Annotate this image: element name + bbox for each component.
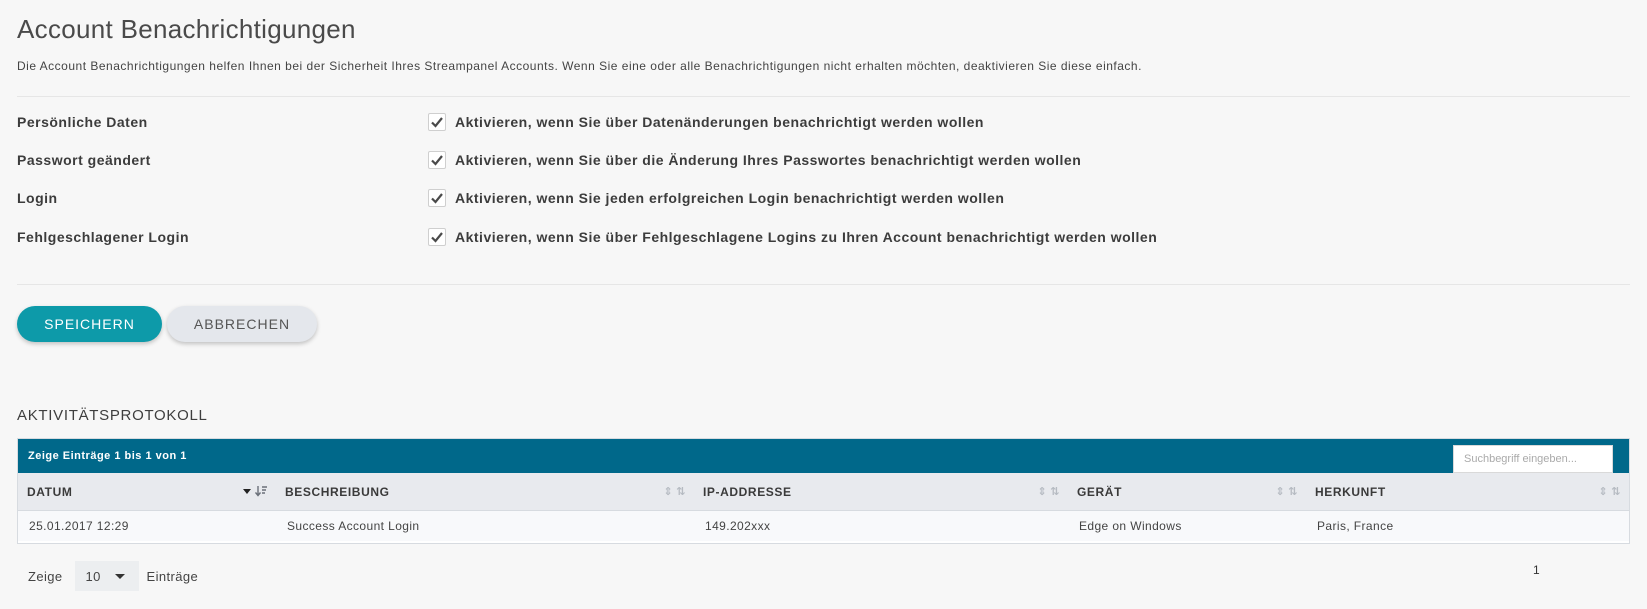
- table-row: 25.01.2017 12:29 Success Account Login 1…: [18, 511, 1629, 541]
- length-prefix: Zeige: [28, 568, 63, 584]
- password-changed-checkbox[interactable]: [428, 151, 446, 169]
- setting-row-failed-login: Fehlgeschlagener Login Aktivieren, wenn …: [17, 225, 1617, 249]
- table-toolbar: Zeige Einträge 1 bis 1 von 1: [18, 439, 1629, 473]
- column-header-datum[interactable]: DATUM: [18, 473, 276, 510]
- activity-log-title: AKTIVITÄTSPROTOKOLL: [17, 407, 208, 424]
- column-header-geraet[interactable]: GERÄT ⇕ ⇅: [1068, 473, 1306, 510]
- setting-label: Passwort geändert: [17, 152, 151, 168]
- search-input[interactable]: [1453, 445, 1613, 473]
- column-label: GERÄT: [1077, 484, 1122, 499]
- checkmark-icon: [431, 155, 443, 166]
- checkmark-icon: [431, 232, 443, 243]
- column-header-beschreibung[interactable]: BESCHREIBUNG ⇕ ⇅: [276, 473, 694, 510]
- setting-row-personal-data: Persönliche Daten Aktivieren, wenn Sie ü…: [17, 110, 1617, 134]
- divider: [17, 284, 1630, 285]
- failed-login-checkbox[interactable]: [428, 228, 446, 246]
- entries-length-control: Zeige 10 Einträge: [28, 561, 198, 591]
- setting-label: Fehlgeschlagener Login: [17, 229, 190, 245]
- setting-row-login: Login Aktivieren, wenn Sie jeden erfolgr…: [17, 186, 1617, 210]
- login-checkbox[interactable]: [428, 189, 446, 207]
- length-value: 10: [85, 568, 101, 584]
- column-header-ip-addresse[interactable]: IP-ADDRESSE ⇕ ⇅: [694, 473, 1068, 510]
- column-label: IP-ADDRESSE: [703, 484, 792, 499]
- column-label: DATUM: [27, 484, 73, 499]
- setting-text: Aktivieren, wenn Sie jeden erfolgreichen…: [455, 190, 1005, 206]
- setting-label: Login: [17, 190, 58, 206]
- table-info: Zeige Einträge 1 bis 1 von 1: [28, 450, 187, 462]
- personal-data-checkbox[interactable]: [428, 113, 446, 131]
- cell-ip-addresse: 149.202xxx: [705, 519, 771, 533]
- cancel-button[interactable]: ABBRECHEN: [167, 306, 317, 342]
- setting-text: Aktivieren, wenn Sie über die Änderung I…: [455, 152, 1082, 168]
- setting-text: Aktivieren, wenn Sie über Fehlgeschlagen…: [455, 229, 1158, 245]
- sort-icon: ⇕ ⇅: [1037, 486, 1060, 498]
- sort-icon: ⇕ ⇅: [663, 486, 686, 498]
- setting-label: Persönliche Daten: [17, 114, 148, 130]
- divider: [17, 96, 1630, 97]
- page-description: Die Account Benachrichtigungen helfen Ih…: [17, 59, 1142, 73]
- sort-desc-icon: [242, 485, 268, 497]
- setting-text: Aktivieren, wenn Sie über Datenänderunge…: [455, 114, 984, 130]
- cell-datum: 25.01.2017 12:29: [29, 519, 129, 533]
- entries-per-page-select[interactable]: 10: [74, 561, 139, 591]
- page-title: Account Benachrichtigungen: [17, 14, 356, 44]
- sort-icon: ⇕ ⇅: [1598, 486, 1621, 498]
- setting-row-password-changed: Passwort geändert Aktivieren, wenn Sie ü…: [17, 148, 1617, 172]
- table-header: DATUM BESCHREIBUNG ⇕ ⇅ IP-ADDRESSE ⇕ ⇅ GER…: [18, 473, 1629, 511]
- column-label: BESCHREIBUNG: [285, 484, 390, 499]
- checkmark-icon: [431, 117, 443, 128]
- column-label: HERKUNFT: [1315, 484, 1386, 499]
- caret-down-icon: [114, 574, 125, 579]
- cell-beschreibung: Success Account Login: [287, 519, 420, 533]
- checkmark-icon: [431, 193, 443, 204]
- pagination-page-1[interactable]: 1: [1533, 563, 1540, 577]
- sort-icon: ⇕ ⇅: [1275, 486, 1298, 498]
- cell-geraet: Edge on Windows: [1079, 519, 1182, 533]
- activity-table: Zeige Einträge 1 bis 1 von 1 DATUM BESCH…: [17, 438, 1630, 544]
- column-header-herkunft[interactable]: HERKUNFT ⇕ ⇅: [1306, 473, 1629, 510]
- save-button[interactable]: SPEICHERN: [17, 306, 162, 342]
- length-suffix: Einträge: [146, 568, 199, 584]
- cell-herkunft: Paris, France: [1317, 519, 1394, 533]
